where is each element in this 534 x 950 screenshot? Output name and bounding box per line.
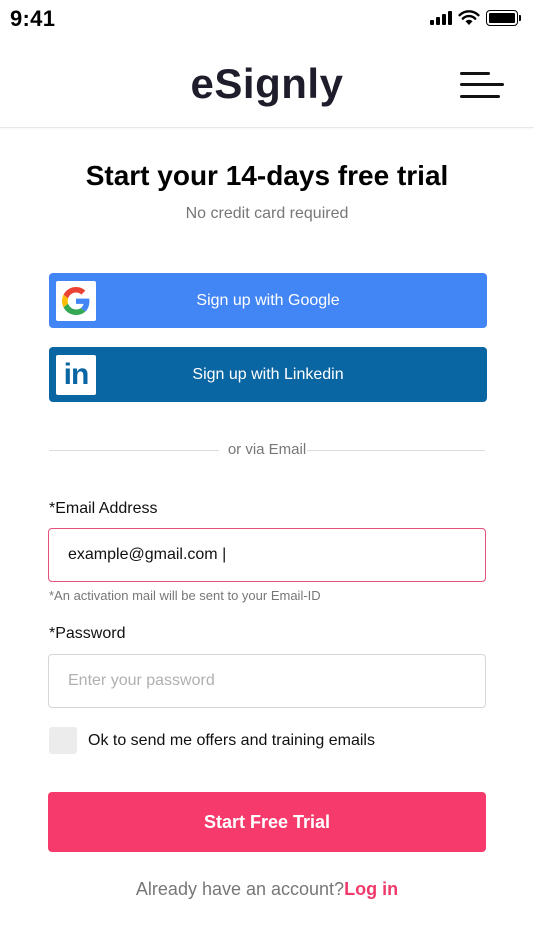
email-hint: *An activation mail will be sent to your… [49, 588, 321, 603]
linkedin-signup-button[interactable]: in Sign up with Linkedin [49, 347, 487, 402]
email-field[interactable]: example@gmail.com | [48, 528, 486, 582]
hamburger-menu-icon[interactable] [458, 72, 506, 100]
offers-checkbox[interactable] [49, 727, 77, 754]
battery-icon [486, 10, 521, 26]
status-time: 9:41 [10, 6, 56, 31]
wifi-icon [458, 10, 480, 25]
status-icons [430, 10, 521, 26]
password-label: *Password [49, 625, 126, 642]
app-logo: eSignly [190, 60, 344, 107]
email-divider: or via Email [49, 440, 485, 460]
linkedin-glyph: in [63, 358, 90, 391]
start-free-trial-button[interactable]: Start Free Trial [48, 792, 486, 852]
email-label: *Email Address [49, 500, 158, 517]
password-field[interactable]: Enter your password [48, 654, 486, 708]
offers-checkbox-label: Ok to send me offers and training emails [88, 732, 375, 749]
linkedin-signup-label: Sign up with Linkedin [192, 365, 344, 383]
start-free-trial-label: Start Free Trial [203, 811, 331, 832]
page-subtitle: No credit card required [185, 205, 349, 222]
google-signup-label: Sign up with Google [196, 291, 340, 309]
login-prompt: Already have an account?Log in [0, 879, 534, 900]
login-link[interactable]: Log in [344, 879, 398, 899]
email-value: example@gmail.com | [68, 546, 227, 563]
login-prompt-text: Already have an account? [135, 879, 345, 899]
signal-icon [430, 11, 452, 25]
password-placeholder: Enter your password [68, 672, 215, 689]
page-title: Start your 14-days free trial [85, 160, 449, 191]
google-signup-button[interactable]: Sign up with Google [49, 273, 487, 328]
linkedin-icon: in [56, 355, 96, 395]
google-icon [56, 281, 96, 321]
app-header: eSignly [0, 38, 534, 128]
status-bar: 9:41 [0, 0, 534, 38]
